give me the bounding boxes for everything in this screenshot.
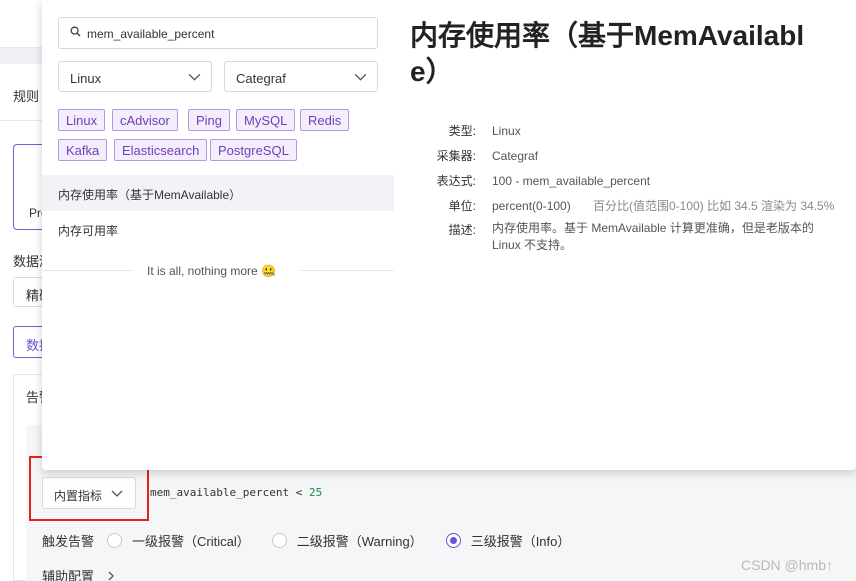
aux-config-label: 辅助配置: [42, 569, 95, 581]
detail-unit-value: percent(0-100): [492, 199, 571, 213]
detail-desc-value: 内存使用率。基于 MemAvailable 计算更准确，但是老版本的 Linux…: [492, 221, 814, 252]
metric-detail-title: 内存使用率（基于MemAvailable）: [410, 20, 805, 87]
expression-operator: <: [289, 486, 309, 499]
tag-elasticsearch[interactable]: Elasticsearch: [114, 139, 208, 161]
detail-desc-key: 描述:: [448, 223, 476, 237]
detail-unit-note: 百分比(值范围0-100) 比如 34.5 渲染为 34.5%: [593, 199, 835, 213]
detail-type-key: 类型:: [448, 124, 476, 138]
detail-expr-key: 表达式:: [436, 174, 476, 188]
detail-type-value: Linux: [492, 124, 521, 138]
detail-unit-key: 单位:: [448, 199, 476, 213]
list-item[interactable]: 内存使用率（基于MemAvailable）: [42, 175, 394, 211]
tag-postgresql[interactable]: PostgreSQL: [210, 139, 297, 161]
tag-redis[interactable]: Redis: [300, 109, 350, 131]
collector-filter-value: Categraf: [236, 71, 286, 86]
severity-warning-label[interactable]: 二级报警（Warning）: [297, 531, 423, 550]
tag-mysql[interactable]: MySQL: [236, 109, 296, 131]
divider: [42, 270, 134, 271]
search-input[interactable]: mem_available_percent: [58, 17, 378, 49]
collector-filter-select[interactable]: Categraf: [224, 61, 378, 92]
watermark: CSDN @hmb↑: [741, 557, 834, 573]
metric-picker-popup: mem_available_percent Linux Categraf Lin…: [42, 0, 856, 470]
severity-row: 触发告警 一级报警（Critical） 二级报警（Warning） 三级报警（I…: [42, 531, 570, 550]
search-value: mem_available_percent: [87, 27, 215, 41]
detail-expr-row: 表达式: 100 - mem_available_percent: [426, 172, 650, 189]
detail-collector-row: 采集器: Categraf: [426, 147, 538, 164]
end-of-list: It is all, nothing more 🤐: [42, 261, 394, 281]
severity-critical-radio[interactable]: [107, 533, 123, 548]
severity-label: 触发告警: [42, 534, 95, 549]
promql-expression[interactable]: mem_available_percent < 25: [150, 486, 322, 499]
severity-info-label[interactable]: 三级报警（Info）: [471, 531, 571, 550]
chevron-right-icon: [108, 571, 114, 581]
rule-tab[interactable]: 规则: [13, 86, 39, 105]
detail-unit-row: 单位: percent(0-100): [426, 197, 571, 214]
severity-info-radio[interactable]: [445, 533, 461, 548]
detail-collector-key: 采集器:: [436, 149, 476, 163]
tag-ping[interactable]: Ping: [188, 109, 231, 131]
list-item[interactable]: 内存可用率: [42, 211, 394, 247]
severity-warning-radio[interactable]: [271, 533, 287, 548]
type-filter-select[interactable]: Linux: [58, 61, 212, 92]
tag-cadvisor[interactable]: cAdvisor: [112, 109, 178, 131]
chevron-down-icon: [188, 73, 201, 81]
tag-kafka[interactable]: Kafka: [58, 139, 108, 161]
chevron-down-icon: [354, 73, 367, 81]
detail-collector-value: Categraf: [492, 149, 539, 163]
detail-type-row: 类型: Linux: [426, 122, 521, 139]
aux-config-toggle[interactable]: 辅助配置: [42, 566, 116, 581]
detail-desc-row: 描述:: [426, 221, 492, 238]
divider: [0, 120, 42, 121]
tag-linux[interactable]: Linux: [58, 109, 106, 131]
expression-value: 25: [308, 486, 323, 499]
severity-critical-label[interactable]: 一级报警（Critical）: [132, 531, 250, 550]
type-filter-value: Linux: [70, 71, 102, 86]
detail-expr-value: 100 - mem_available_percent: [492, 174, 651, 188]
expression-metric: mem_available_percent: [150, 486, 290, 499]
end-of-list-text: It is all, nothing more 🤐: [147, 264, 276, 278]
divider: [300, 270, 394, 271]
search-icon: [70, 26, 81, 37]
